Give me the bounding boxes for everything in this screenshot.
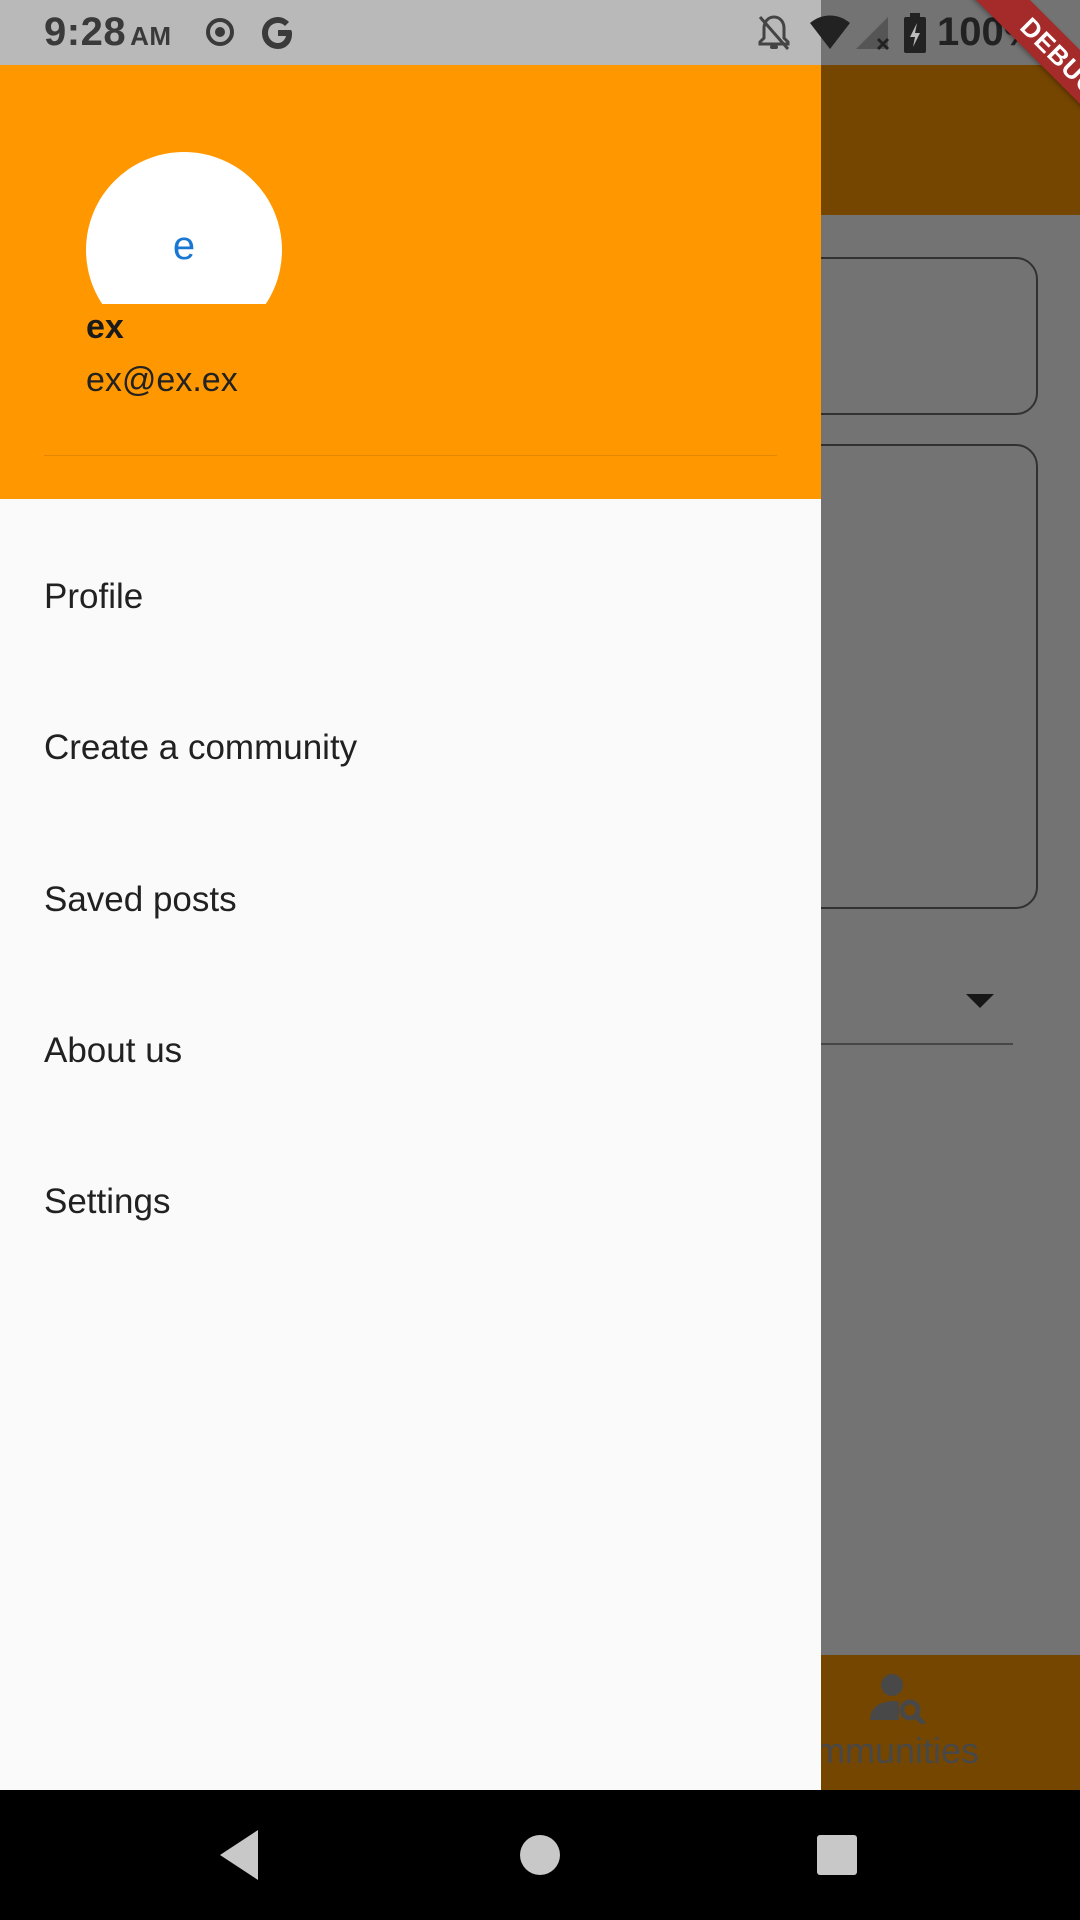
signal-icon [856, 17, 890, 51]
wifi-icon [810, 15, 850, 49]
drawer-item-saved-posts[interactable]: Saved posts [0, 825, 821, 975]
record-icon [206, 18, 234, 46]
drawer-item-create-community[interactable]: Create a community [0, 673, 821, 823]
drawer-item-settings[interactable]: Settings [0, 1127, 821, 1277]
recents-icon[interactable] [802, 1820, 872, 1890]
drawer-item-about-us[interactable]: About us [0, 976, 821, 1126]
debug-banner: DEBUG [961, 0, 1080, 156]
status-bar: 9:28 AM 100% [0, 0, 1080, 65]
google-icon [262, 17, 292, 49]
status-time-ampm: AM [130, 21, 172, 51]
header-divider [44, 455, 777, 456]
drawer-item-label: Profile [44, 577, 144, 616]
debug-banner-container: DEBUG [920, 0, 1080, 160]
account-email: ex@ex.ex [86, 361, 238, 399]
back-icon[interactable] [206, 1820, 276, 1890]
account-name: ex [86, 308, 124, 346]
home-icon[interactable] [505, 1820, 575, 1890]
status-time-value: 9:28 [44, 10, 127, 54]
drawer-item-label: About us [44, 1031, 183, 1070]
drawer-item-profile[interactable]: Profile [0, 522, 821, 672]
status-time: 9:28 AM [44, 10, 172, 55]
drawer-item-label: Saved posts [44, 880, 237, 919]
avatar-letter: e [172, 224, 196, 268]
navigation-drawer: e ex ex@ex.ex Profile Create a community… [0, 0, 821, 1790]
avatar[interactable]: e [86, 152, 282, 304]
drawer-item-label: Create a community [44, 728, 358, 767]
drawer-item-label: Settings [44, 1182, 171, 1221]
bell-off-icon [758, 15, 790, 50]
system-navigation-bar [0, 1790, 1080, 1920]
